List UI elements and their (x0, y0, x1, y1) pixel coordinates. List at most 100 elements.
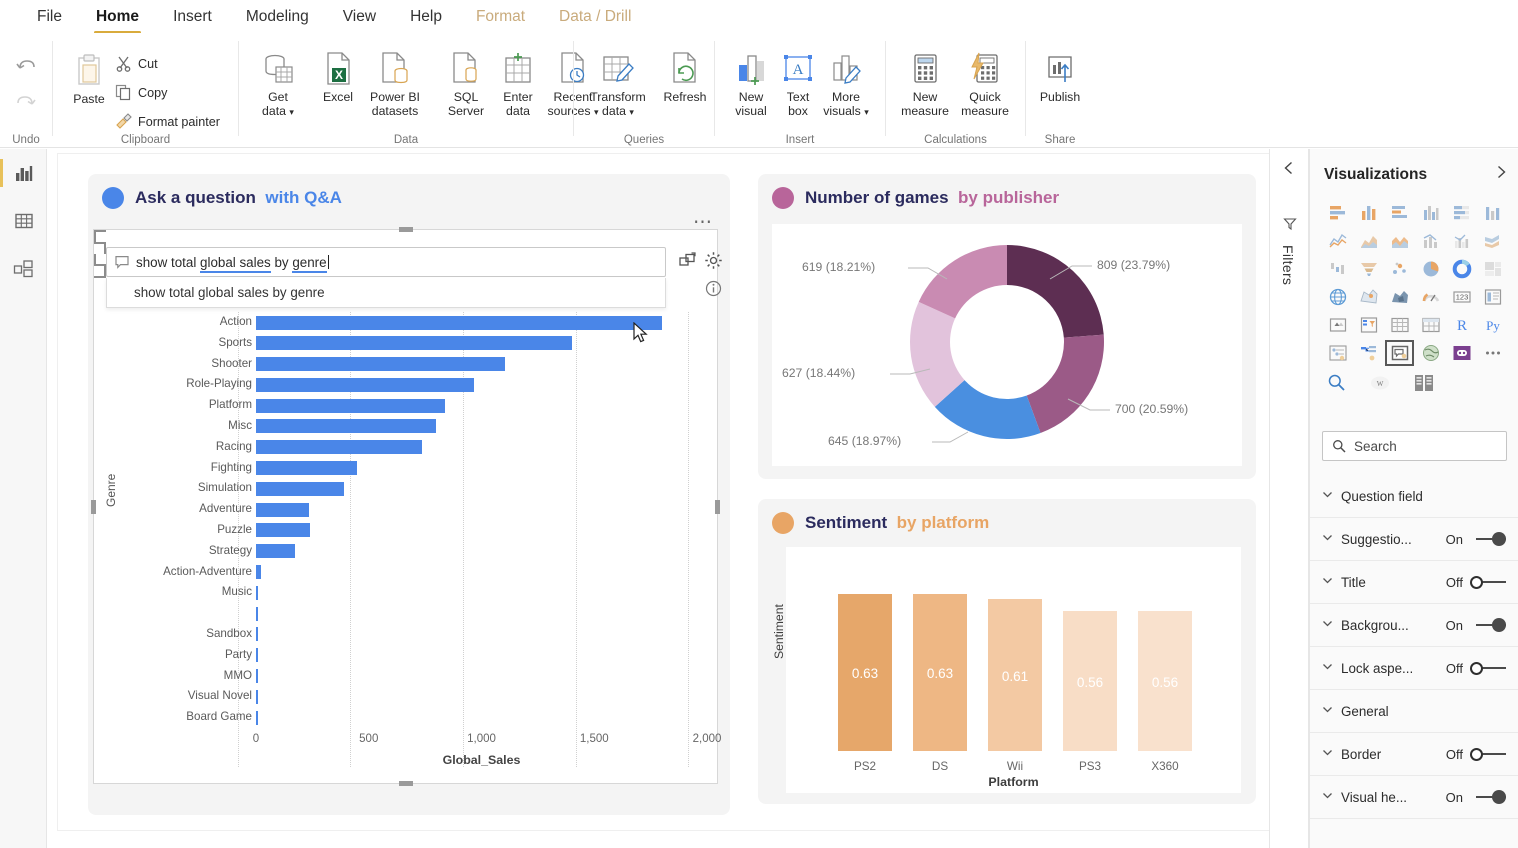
line-clustered-column-chart-icon[interactable] (1446, 227, 1477, 255)
bar-chart-row[interactable]: Board Game (122, 707, 709, 728)
map-icon[interactable] (1322, 283, 1353, 311)
filters-pane-collapsed[interactable]: Filters (1269, 149, 1309, 848)
bar-rect[interactable] (256, 711, 258, 725)
format-row-toggle[interactable]: Off (1446, 747, 1506, 762)
100-stacked-column-chart-icon[interactable] (1477, 199, 1508, 227)
bar-chart-row[interactable]: Sports (122, 333, 709, 354)
bar-rect[interactable] (256, 461, 357, 475)
table-icon[interactable] (1384, 311, 1415, 339)
stacked-bar-chart-icon[interactable] (1322, 199, 1353, 227)
clustered-column-chart-icon[interactable] (1415, 199, 1446, 227)
bar-rect[interactable] (256, 482, 344, 496)
word-cloud-icon[interactable]: W (1370, 374, 1390, 397)
format-row-toggle[interactable]: Off (1446, 575, 1506, 590)
ribbon-tab-modeling[interactable]: Modeling (229, 0, 326, 33)
bar-chart-row[interactable]: MMO (122, 666, 709, 687)
chevron-down-icon[interactable] (1322, 745, 1333, 763)
format-row[interactable]: Question field (1310, 475, 1518, 518)
ribbon-tab-help[interactable]: Help (393, 0, 459, 33)
paginated-report-icon[interactable] (1446, 339, 1477, 367)
format-row-toggle[interactable]: On (1446, 532, 1506, 547)
matrix-icon[interactable] (1415, 311, 1446, 339)
publish-button[interactable]: Publish (1029, 51, 1091, 104)
bar-rect[interactable] (256, 399, 445, 413)
bar-chart-row[interactable]: Party (122, 645, 709, 666)
ribbon-tab-format[interactable]: Format (459, 0, 542, 33)
bar-rect[interactable] (256, 648, 258, 662)
format-row[interactable]: TitleOff (1310, 561, 1518, 604)
copy-button[interactable]: Copy (115, 84, 167, 101)
bar-chart-row[interactable]: Role-Playing (122, 374, 709, 395)
chevron-down-icon[interactable] (1322, 659, 1333, 677)
redo-button[interactable] (12, 91, 40, 119)
funnel-chart-icon[interactable] (1353, 255, 1384, 283)
bar-rect[interactable] (256, 669, 258, 683)
get-more-visuals-icon[interactable] (1414, 374, 1434, 397)
treemap-icon[interactable] (1477, 255, 1508, 283)
more-options-icon[interactable] (1477, 339, 1508, 367)
qa-visual-card[interactable]: Ask a question with Q&A ⋯ (88, 174, 730, 815)
bar-chart-row[interactable] (122, 603, 709, 624)
toggle-switch[interactable] (1470, 790, 1506, 804)
publisher-donut-card[interactable]: Number of games by publisher 809 (23 (758, 174, 1256, 479)
bar-rect[interactable] (256, 503, 309, 517)
stacked-column-chart-icon[interactable] (1353, 199, 1384, 227)
chevron-down-icon[interactable] (1322, 788, 1333, 806)
slicer-icon[interactable] (1353, 311, 1384, 339)
bar-chart-row[interactable]: Shooter (122, 354, 709, 375)
bar-rect[interactable] (256, 565, 261, 579)
resize-handle-top-right[interactable] (94, 242, 106, 254)
bar-chart-row[interactable]: Platform (122, 395, 709, 416)
line-stacked-column-chart-icon[interactable] (1415, 227, 1446, 255)
ribbon-tab-home[interactable]: Home (79, 0, 156, 33)
bar-rect[interactable] (256, 544, 295, 558)
r-script-visual-icon[interactable]: R (1446, 311, 1477, 339)
ribbon-tab-file[interactable]: File (20, 0, 79, 33)
sentiment-bar[interactable]: 0.61Wii (988, 576, 1042, 751)
key-influencers-icon[interactable] (1322, 339, 1353, 367)
ribbon-chart-icon[interactable] (1477, 227, 1508, 255)
format-search-box[interactable]: Search (1322, 431, 1507, 461)
bar-chart-row[interactable]: Music (122, 582, 709, 603)
bar-chart-row[interactable]: Simulation (122, 478, 709, 499)
bar-rect[interactable] (256, 586, 258, 600)
format-row[interactable]: Visual he...On (1310, 776, 1518, 819)
python-visual-icon[interactable]: Py (1477, 311, 1508, 339)
bar-rect[interactable] (256, 607, 258, 621)
format-row-toggle[interactable]: On (1446, 618, 1506, 633)
qa-suggestion-item[interactable]: show total global sales by genre (106, 278, 666, 308)
bar-chart-row[interactable]: Racing (122, 437, 709, 458)
bar-rect[interactable] (256, 336, 572, 350)
quick-measure-button[interactable]: Quick measure (954, 51, 1016, 118)
bar-rect[interactable] (256, 440, 422, 454)
report-canvas[interactable]: Ask a question with Q&A ⋯ (47, 149, 1269, 848)
bar-rect[interactable] (256, 316, 662, 330)
more-visuals-button[interactable]: More visuals ▾ (815, 51, 877, 119)
toggle-switch[interactable] (1470, 661, 1506, 675)
new-measure-button[interactable]: New measure (894, 51, 956, 118)
scatter-chart-icon[interactable] (1384, 255, 1415, 283)
paste-button[interactable]: Paste (58, 53, 120, 106)
refresh-button[interactable]: Refresh (654, 51, 716, 104)
resize-handle-mid-left[interactable] (91, 500, 96, 514)
qa-convert-to-visual-button[interactable] (679, 252, 697, 275)
format-row[interactable]: Backgrou...On (1310, 604, 1518, 647)
bar-chart-row[interactable]: Puzzle (122, 520, 709, 541)
format-row[interactable]: General (1310, 690, 1518, 733)
decomposition-tree-icon[interactable] (1353, 339, 1384, 367)
bar-chart-row[interactable]: Visual Novel (122, 686, 709, 707)
qa-question-input[interactable]: show total global sales by genre (106, 247, 666, 277)
nav-data-view[interactable] (10, 207, 38, 235)
bar-rect[interactable] (256, 690, 258, 704)
qa-info-button[interactable] (705, 280, 722, 302)
bar-rect[interactable] (256, 357, 505, 371)
toggle-switch[interactable] (1470, 747, 1506, 761)
resize-handle-top-center[interactable] (399, 227, 413, 232)
cut-button[interactable]: Cut (115, 55, 158, 72)
bar-chart-row[interactable]: Strategy (122, 541, 709, 562)
resize-handle-mid-right[interactable] (715, 500, 720, 514)
chevron-down-icon[interactable] (1322, 573, 1333, 591)
ribbon-tab-data-drill[interactable]: Data / Drill (542, 0, 648, 33)
clustered-bar-chart-icon[interactable] (1384, 199, 1415, 227)
search-visuals-icon[interactable] (1327, 373, 1346, 397)
